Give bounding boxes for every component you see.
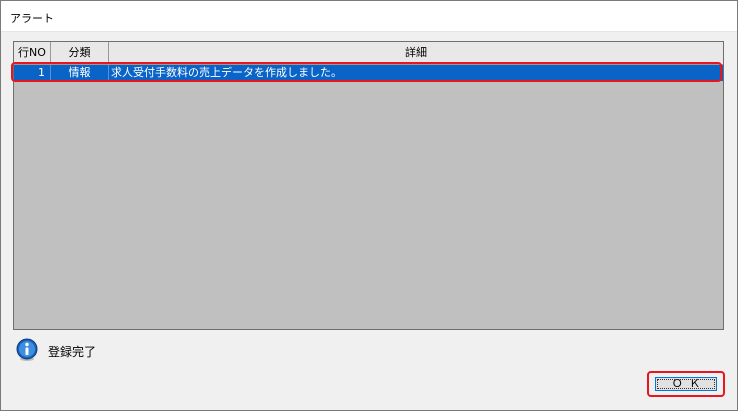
alert-grid[interactable]: 行NO 分類 詳細 1 情報 求人受付手数料の売上データを作成しました。: [13, 41, 724, 330]
ok-button-highlight: Ｏ Ｋ: [647, 371, 725, 397]
cell-category: 情報: [51, 65, 109, 81]
alert-dialog: アラート 行NO 分類 詳細 1 情報 求人受付手数料の売上データを作成しました…: [0, 0, 738, 411]
ok-button[interactable]: Ｏ Ｋ: [655, 377, 717, 391]
column-header-row-no[interactable]: 行NO: [14, 42, 51, 64]
cell-row-no: 1: [14, 65, 51, 81]
cell-detail: 求人受付手数料の売上データを作成しました。: [111, 66, 342, 79]
info-icon: [16, 338, 38, 361]
column-header-detail[interactable]: 詳細: [109, 42, 723, 64]
window-title: アラート: [10, 12, 54, 25]
title-bar: アラート: [1, 1, 737, 32]
grid-header: 行NO 分類 詳細: [14, 42, 723, 65]
column-header-category[interactable]: 分類: [51, 42, 109, 64]
status-message: 登録完了: [48, 345, 97, 359]
table-row[interactable]: 1 情報 求人受付手数料の売上データを作成しました。: [14, 65, 723, 81]
